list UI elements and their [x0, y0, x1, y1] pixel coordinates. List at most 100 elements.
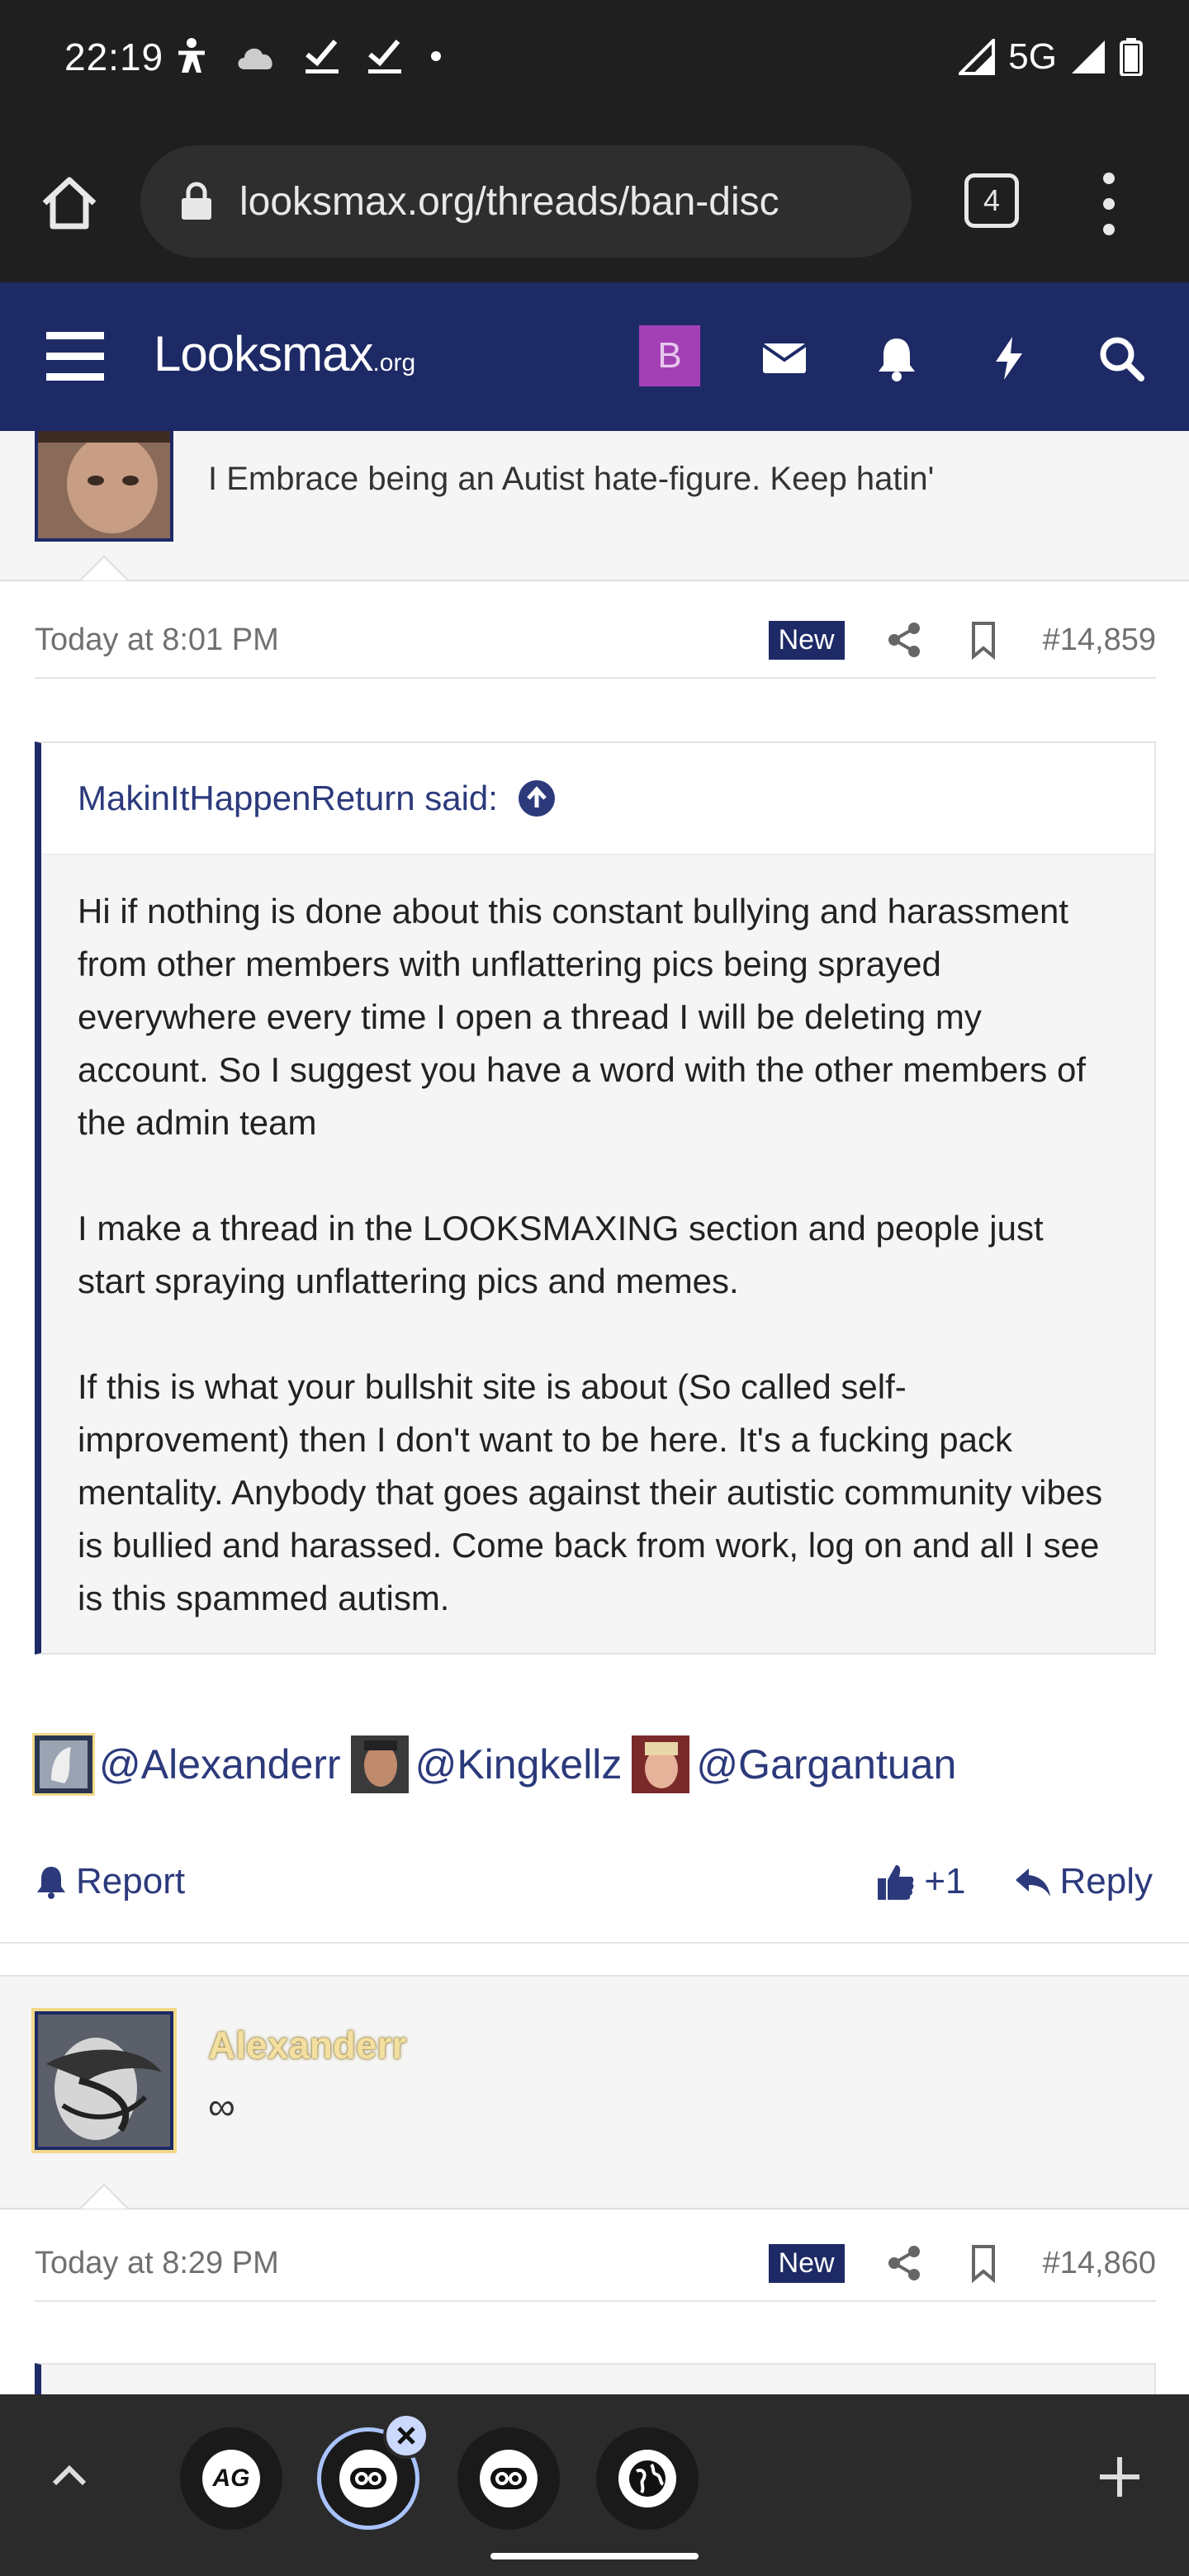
dot-icon [431, 51, 441, 61]
battery-icon [1120, 38, 1143, 76]
mention-avatar-icon [350, 1735, 409, 1793]
check-icon [306, 40, 339, 73]
browser-toolbar: looksmax.org/threads/ban-disc 4 [0, 121, 1189, 282]
tab-bubble[interactable] [596, 2427, 699, 2530]
new-badge: New [768, 620, 845, 660]
bell-icon[interactable] [872, 334, 921, 383]
hamburger-menu-icon[interactable] [46, 330, 104, 381]
quote-paragraph: Hi if nothing is done about this constan… [78, 892, 1086, 1142]
more-options-icon[interactable] [1090, 167, 1128, 241]
mention-link[interactable]: @Kingkellz [350, 1735, 623, 1793]
search-icon[interactable] [1097, 334, 1146, 383]
looksmax-icon [339, 2450, 397, 2507]
post-divider [0, 1942, 1189, 1944]
network-type: 5G [1008, 36, 1057, 77]
mention-name: @Kingkellz [414, 1741, 623, 1788]
status-icons-left [175, 36, 443, 76]
avatar-photo-icon [38, 2015, 170, 2147]
mention-avatar-icon [632, 1735, 690, 1793]
lock-icon [182, 182, 211, 220]
bell-icon [37, 1867, 65, 1899]
mention-avatar-icon [35, 1735, 92, 1793]
post-number[interactable]: #14,860 [1043, 2246, 1156, 2281]
bookmark-icon[interactable] [964, 620, 1003, 660]
cloud-icon [238, 48, 272, 69]
report-label: Report [76, 1861, 186, 1901]
post-meta: Today at 8:01 PM New #14,859 [35, 603, 1156, 679]
quote-block: MakinItHappenReturn said: Hi if nothing … [35, 741, 1156, 1655]
post-date[interactable]: Today at 8:01 PM [35, 623, 279, 658]
arrow-up-circle-icon[interactable] [518, 779, 556, 817]
reply-button[interactable]: Reply [1014, 1861, 1153, 1902]
reply-label: Reply [1059, 1861, 1153, 1901]
signal-icon [959, 39, 996, 75]
post-pointer [79, 2183, 129, 2209]
new-badge: New [768, 2243, 845, 2283]
post-actions-right: +1 Reply [876, 1861, 1153, 1902]
mention-link[interactable]: @Gargantuan [632, 1735, 956, 1793]
mention-name: @Gargantuan [696, 1741, 957, 1788]
avatar-photo-icon [38, 431, 170, 538]
tab-switcher-button[interactable]: 4 [964, 173, 1019, 228]
mentions: @Alexanderr @Kingkellz @Gargantuan [35, 1735, 966, 1793]
globe-icon [618, 2450, 676, 2507]
bookmark-icon[interactable] [964, 2243, 1003, 2283]
prev-user-avatar[interactable] [35, 431, 173, 542]
user-block: Alexanderr ∞ [0, 1975, 1189, 2209]
status-time: 22:19 [64, 36, 164, 78]
post-number[interactable]: #14,859 [1043, 623, 1156, 658]
address-bar[interactable]: looksmax.org/threads/ban-disc [140, 145, 912, 258]
quote-block [35, 2363, 1156, 2394]
status-icons-right: 5G [959, 36, 1143, 78]
quote-body: Hi if nothing is done about this constan… [41, 855, 1154, 1653]
like-count: +1 [924, 1861, 966, 1901]
lightning-icon[interactable] [984, 334, 1034, 383]
user-title: ∞ [208, 2085, 235, 2128]
quote-author[interactable]: MakinItHappenReturn said: [78, 779, 498, 818]
user-avatar-letter: B [657, 335, 682, 376]
quote-paragraph: I make a thread in the LOOKSMAXING secti… [78, 1209, 1044, 1300]
user-avatar-badge[interactable]: B [639, 325, 700, 386]
site-header: Looksmax.org B [0, 282, 1189, 431]
home-icon[interactable] [36, 170, 102, 236]
quote-paragraph: If this is what your bullshit site is ab… [78, 1367, 1103, 1617]
post-date[interactable]: Today at 8:29 PM [35, 2246, 279, 2281]
like-button[interactable]: +1 [876, 1861, 966, 1902]
status-bar: 22:19 5G [0, 0, 1189, 121]
prev-user-title: I Embrace being an Autist hate-figure. K… [208, 461, 935, 497]
share-icon[interactable] [884, 620, 924, 660]
post-actions: Report +1 Reply [35, 1853, 1153, 1911]
post-meta-actions: New #14,859 [768, 620, 1156, 660]
report-button[interactable]: Report [35, 1861, 185, 1902]
mail-icon[interactable] [760, 334, 809, 383]
accessibility-icon [178, 38, 205, 73]
post-pointer [79, 555, 129, 581]
reply-arrow-icon [1015, 1868, 1050, 1896]
username[interactable]: Alexanderr [208, 2023, 406, 2067]
tab-count: 4 [983, 183, 1001, 217]
mention-name: @Alexanderr [99, 1741, 341, 1788]
thread-content: I Embrace being an Autist hate-figure. K… [0, 431, 1189, 2394]
chevron-up-icon[interactable] [46, 2452, 92, 2498]
site-logo[interactable]: Looksmax.org [154, 325, 415, 382]
add-tab-icon[interactable] [1095, 2452, 1144, 2502]
user-avatar[interactable] [35, 2011, 173, 2150]
ag-icon: AG [202, 2450, 260, 2507]
close-tab-icon[interactable] [383, 2413, 429, 2459]
quote-header: MakinItHappenReturn said: [41, 743, 1154, 855]
tab-bubble[interactable]: AG [180, 2427, 282, 2530]
logo-suffix: .org [372, 349, 416, 376]
looksmax-icon [480, 2450, 538, 2507]
tab-bubble[interactable] [457, 2427, 560, 2530]
check-icon [368, 40, 401, 73]
logo-main: Looksmax [154, 326, 373, 381]
mention-link[interactable]: @Alexanderr [35, 1735, 341, 1793]
post-meta: Today at 8:29 PM New #14,860 [35, 2226, 1156, 2302]
url-text[interactable]: looksmax.org/threads/ban-disc [239, 179, 779, 225]
share-icon[interactable] [884, 2243, 924, 2283]
signal-icon [1072, 40, 1105, 73]
tab-group-bar: AG [0, 2394, 1189, 2576]
post-meta-actions: New #14,860 [768, 2243, 1156, 2283]
prev-user-block: I Embrace being an Autist hate-figure. K… [0, 431, 1189, 581]
gesture-nav-handle[interactable] [490, 2553, 699, 2559]
